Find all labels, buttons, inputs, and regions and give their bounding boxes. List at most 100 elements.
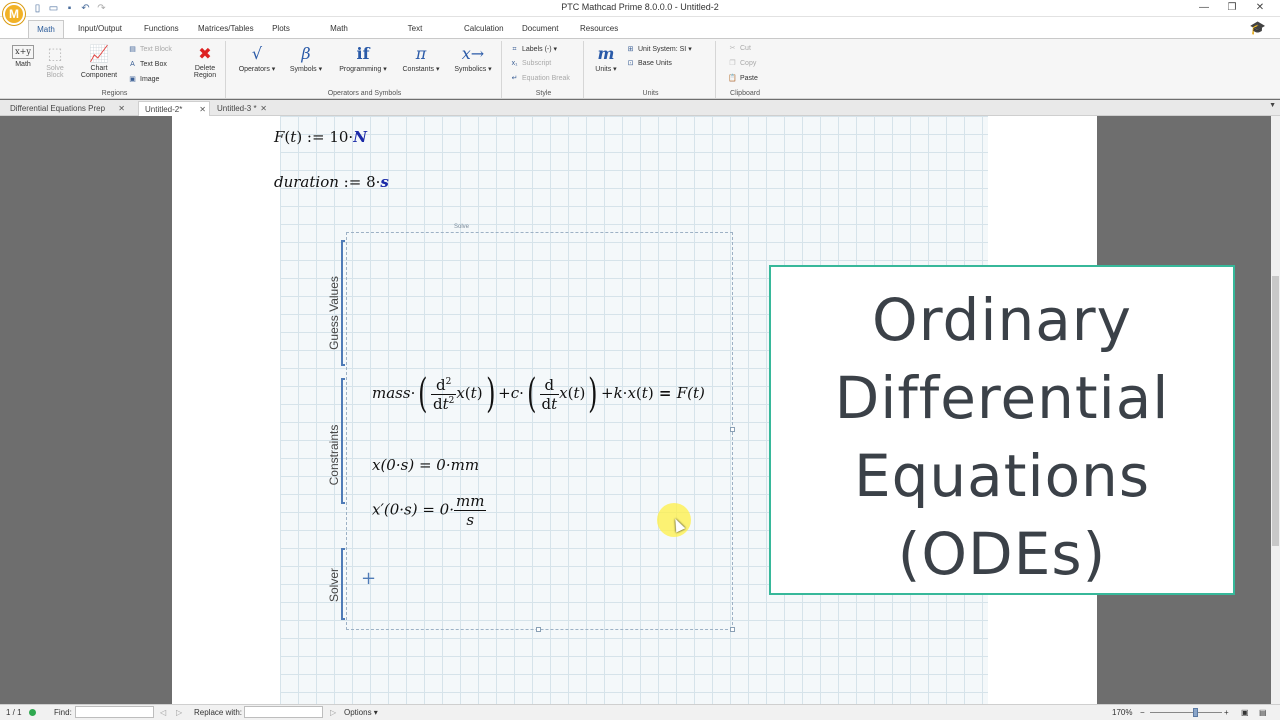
resize-handle-corner[interactable] [730,627,735,632]
ode-title: Ordinary Differential Equations (ODEs) [834,286,1170,588]
status-bar: 1 / 1 Find: ◁ ▷ Replace with: ▷ Options … [0,704,1280,720]
window-title: PTC Mathcad Prime 8.0.0.0 - Untitled-2 [561,2,719,12]
doc-tab-untitled-3[interactable]: Untitled-3 * ✕ [212,101,270,116]
calculation-status-icon [29,709,36,716]
close-tab-icon[interactable]: ✕ [199,102,206,117]
constants-button[interactable]: π Constants ▾ [396,44,446,74]
options-dropdown[interactable]: Options ▾ [344,708,378,717]
find-input[interactable] [75,706,154,718]
tab-calculation[interactable]: Calculation [456,20,506,39]
solve-block-label: Solve [454,224,470,230]
math-region-button[interactable]: x+y Math [8,45,38,68]
doc-tab-differential-equations-prep[interactable]: Differential Equations Prep ✕ [4,101,128,116]
initial-condition-velocity[interactable]: x′(0·s) = 0· mm s [372,492,487,529]
learning-cap-icon[interactable]: 🎓 [1250,20,1266,36]
page-view-icon[interactable]: ▣ [1241,708,1249,717]
replace-input[interactable] [244,706,323,718]
operators-button[interactable]: √ Operators ▾ [234,45,280,74]
equation-break-button[interactable]: ↵ Equation Break [510,75,570,83]
programming-icon: if [356,44,370,63]
paste-button[interactable]: 📋 Paste [728,75,758,83]
draft-view-icon[interactable]: ▤ [1259,708,1267,717]
equation-break-icon: ↵ [511,75,518,82]
paste-icon: 📋 [728,75,737,82]
style-group: ⌗ Labels (-) ▾ x₁ Subscript ↵ Equation Brea… [504,41,584,98]
operators-symbols-group: √ Operators ▾ β Symbols ▾ if Programming… [228,41,502,98]
labels-dropdown[interactable]: ⌗ Labels (-) ▾ [510,45,558,54]
duration-definition[interactable]: duration := 8·s [274,173,389,191]
find-previous-icon[interactable]: ◁ [160,708,166,717]
constraints-bracket [341,378,345,504]
tab-document[interactable]: Document [514,20,564,39]
tab-math-formatting[interactable]: Math Formatting [304,20,374,51]
ode-equation[interactable]: mass·(d2 dt2 x(t)) +c·(d dt x(t)) +k·x(t) = F(… [372,374,705,414]
find-next-icon[interactable]: ▷ [176,708,182,717]
copy-button[interactable]: ❐ Copy [728,60,756,68]
programming-button[interactable]: if Programming ▾ [332,44,394,74]
tab-functions[interactable]: Functions [136,20,184,39]
chart-icon: 📈 [89,44,109,63]
force-definition[interactable]: F(t) := 10·N [274,128,367,146]
operators-group-label: Operators and Symbols [327,90,402,97]
clipboard-group-label: Clipboard [730,90,760,97]
tab-text-formatting[interactable]: Text Formatting [380,20,450,51]
units-m-icon: m [597,44,615,63]
units-group-label: Units [642,90,659,97]
solve-block[interactable] [346,232,733,630]
solver-label: Solver [327,568,341,603]
tab-menu-arrow-icon[interactable]: ▼ [1269,102,1276,109]
units-group: m Units ▾ ⊞ Unit System: SI ▾ ⊡ Base Units… [586,41,716,98]
image-button[interactable]: ▣ Image [128,76,159,84]
guess-values-bracket [341,240,345,366]
ribbon: x+y Math ⬚ Solve Block 📈 Chart Component… [0,38,1280,99]
vertical-scrollbar[interactable] [1271,116,1280,704]
clipboard-group: ✂ Cut ❐ Copy 📋 Paste Clipboard [718,41,772,98]
tab-resources[interactable]: Resources [572,20,622,39]
unit-system-dropdown[interactable]: ⊞ Unit System: SI ▾ [626,45,692,54]
solve-block-icon: ⬚ [47,44,63,63]
cut-button[interactable]: ✂ Cut [728,45,751,53]
text-box-button[interactable]: A Text Box [128,61,167,69]
ribbon-tab-bar: Math Input/Output Functions Matrices/Tab… [0,17,1280,51]
symbolics-icon: x→ [461,44,485,63]
zoom-out-icon[interactable]: − [1140,708,1145,717]
resize-handle-right[interactable] [730,427,735,432]
replace-icon[interactable]: ▷ [330,708,336,717]
close-tab-icon[interactable]: ✕ [260,101,267,116]
restore-icon[interactable]: ❐ [1224,1,1240,15]
guess-values-label: Guess Values [327,276,341,350]
tab-plots[interactable]: Plots [264,20,298,39]
resize-handle-bottom[interactable] [536,627,541,632]
text-block-button[interactable]: ▤ Text Block [128,46,172,54]
title-bar: M ▯ ▭ ▪ ↶ ↷ PTC Mathcad Prime 8.0.0.0 - … [0,0,1280,25]
tab-math[interactable]: Math [28,20,64,39]
page-indicator: 1 / 1 [6,708,22,717]
zoom-in-icon[interactable]: + [1224,708,1229,717]
symbolics-button[interactable]: x→ Symbolics ▾ [448,44,498,74]
initial-condition-position[interactable]: x(0·s) = 0·mm [372,456,479,474]
labels-icon: ⌗ [512,46,517,53]
close-tab-icon[interactable]: ✕ [118,101,125,116]
base-units-button[interactable]: ⊡ Base Units [626,60,672,68]
delete-region-button[interactable]: ✖ Delete Region [190,45,220,80]
zoom-slider-thumb[interactable] [1193,708,1198,717]
subscript-icon: x₁ [511,60,518,67]
scrollbar-thumb[interactable] [1272,276,1279,546]
find-label: Find: [54,708,72,717]
beta-icon: β [301,44,311,63]
chart-component-button[interactable]: 📈 Chart Component [74,44,124,80]
mathcad-logo-icon[interactable]: M [3,3,25,25]
pi-icon: π [415,44,427,63]
symbols-button[interactable]: β Symbols ▾ [284,44,328,74]
doc-tab-untitled-2[interactable]: Untitled-2* ✕ [138,101,210,116]
ode-title-card: Ordinary Differential Equations (ODEs) [769,265,1235,595]
minimize-icon[interactable]: — [1196,1,1212,15]
units-button[interactable]: m Units ▾ [590,44,622,74]
tab-matrices-tables[interactable]: Matrices/Tables [190,20,258,39]
solve-block-button[interactable]: ⬚ Solve Block [40,44,70,80]
zoom-slider[interactable] [1150,712,1222,713]
tab-input-output[interactable]: Input/Output [70,20,130,39]
solver-placeholder[interactable]: + [361,568,376,589]
subscript-button[interactable]: x₁ Subscript [510,60,552,68]
close-window-icon[interactable]: ✕ [1252,1,1268,15]
